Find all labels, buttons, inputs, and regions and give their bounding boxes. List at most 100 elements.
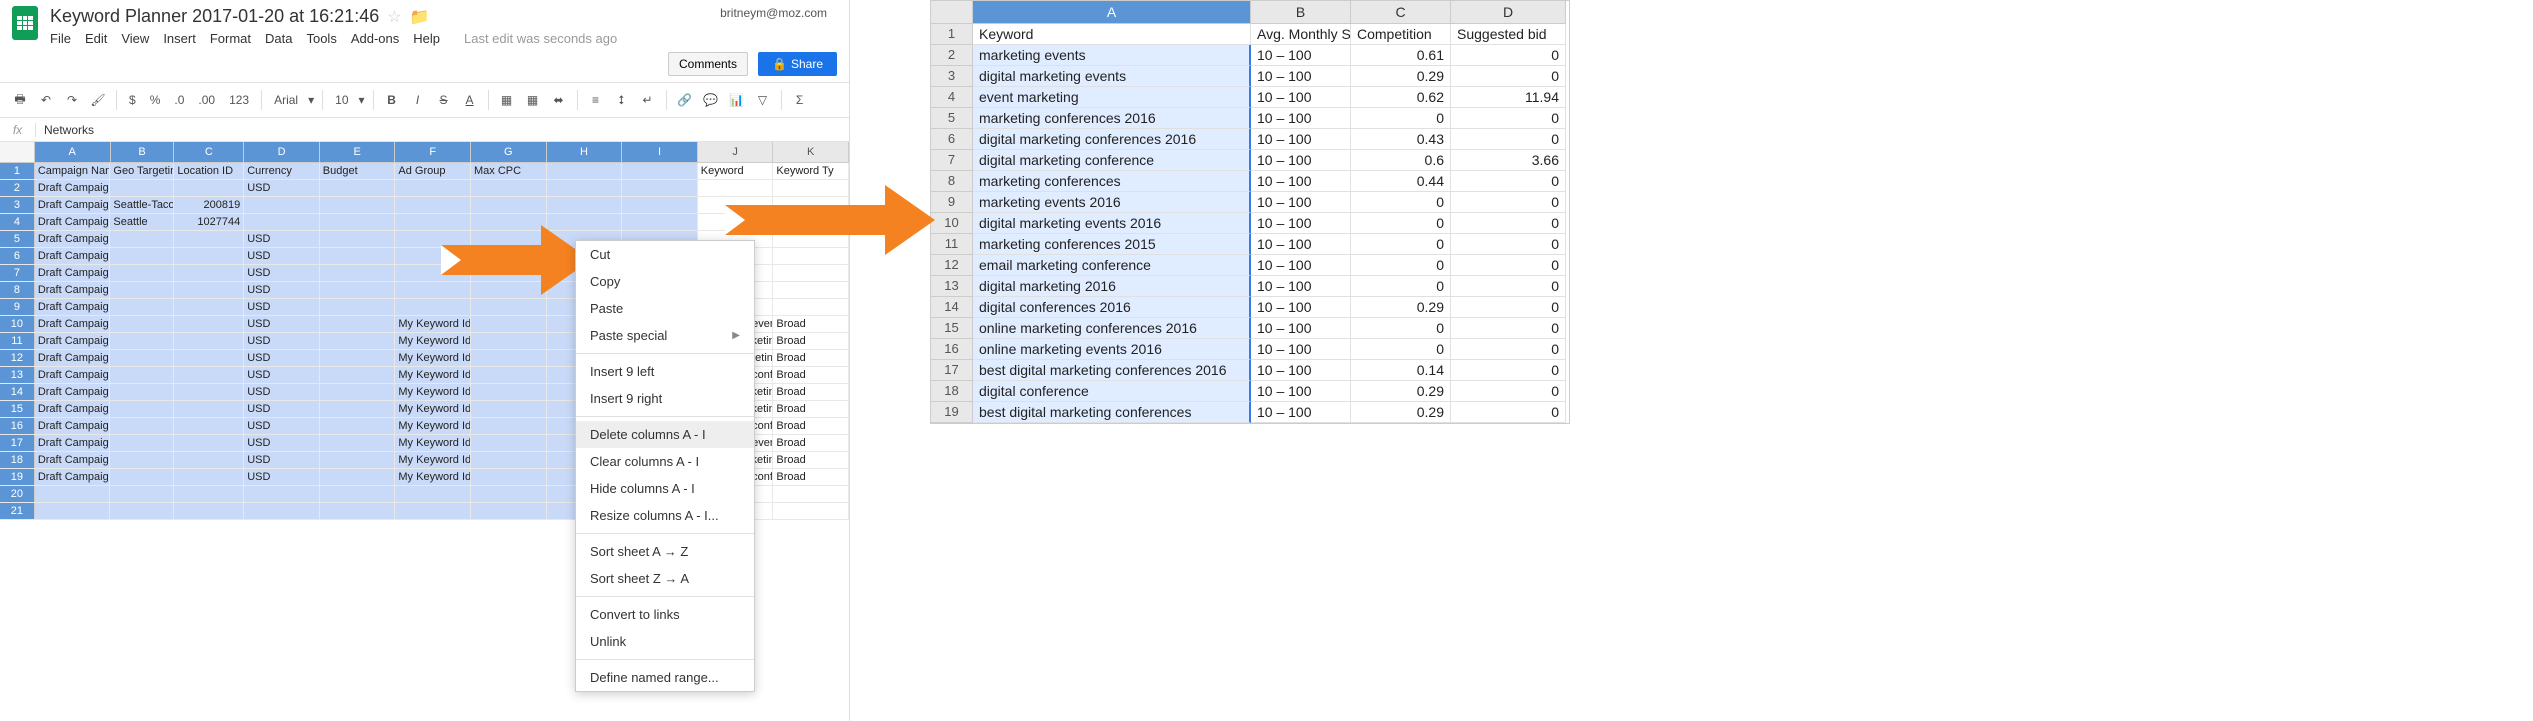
cell[interactable]: 10 – 100: [1251, 360, 1351, 381]
cell[interactable]: 0.61: [1351, 45, 1451, 66]
cell[interactable]: 0: [1351, 192, 1451, 213]
cell[interactable]: [110, 435, 174, 451]
cell[interactable]: Draft Campaign: [35, 180, 111, 196]
cell[interactable]: [471, 401, 547, 417]
cell[interactable]: 10 – 100: [1251, 192, 1351, 213]
context-menu-item[interactable]: Resize columns A - I...: [576, 502, 754, 529]
cell[interactable]: 10 – 100: [1251, 381, 1351, 402]
header-cell[interactable]: Competition: [1351, 24, 1451, 45]
row-header[interactable]: 3: [0, 197, 35, 213]
percent-format[interactable]: %: [146, 93, 165, 107]
cell[interactable]: [110, 265, 174, 281]
cell[interactable]: Draft Campaign: [35, 401, 111, 417]
cell[interactable]: [320, 367, 396, 383]
row-header[interactable]: 19: [0, 469, 35, 485]
row-header[interactable]: 3: [931, 66, 973, 87]
cell[interactable]: 0.29: [1351, 402, 1451, 423]
cell[interactable]: [320, 231, 396, 247]
cell[interactable]: digital marketing 2016: [973, 276, 1251, 297]
cell[interactable]: Keyword Ty: [773, 163, 849, 179]
row-header[interactable]: 7: [931, 150, 973, 171]
row-header[interactable]: 18: [0, 452, 35, 468]
cell[interactable]: My Keyword Ideas: [395, 367, 471, 383]
cell[interactable]: Campaign Name: [35, 163, 111, 179]
cell[interactable]: [174, 452, 244, 468]
cell[interactable]: My Keyword Ideas: [395, 469, 471, 485]
currency-format[interactable]: $: [125, 93, 140, 107]
row-header[interactable]: 10: [931, 213, 973, 234]
cell[interactable]: [622, 163, 698, 179]
cell[interactable]: [547, 180, 623, 196]
cell[interactable]: [320, 469, 396, 485]
bold-icon[interactable]: B: [382, 90, 402, 110]
cell[interactable]: 0.44: [1351, 171, 1451, 192]
select-all-corner[interactable]: [0, 142, 35, 162]
cell[interactable]: [110, 282, 174, 298]
context-menu-item[interactable]: Insert 9 left: [576, 358, 754, 385]
row-header[interactable]: 4: [931, 87, 973, 108]
cell[interactable]: [773, 265, 849, 281]
column-header[interactable]: B: [111, 142, 175, 162]
cell[interactable]: best digital marketing conferences 2016: [973, 360, 1251, 381]
row-header[interactable]: 19: [931, 402, 973, 423]
cell[interactable]: 0.29: [1351, 381, 1451, 402]
undo-icon[interactable]: ↶: [36, 90, 56, 110]
cell[interactable]: [174, 299, 244, 315]
context-menu-item[interactable]: Clear columns A - I: [576, 448, 754, 475]
cell[interactable]: [320, 503, 396, 519]
cell[interactable]: [174, 367, 244, 383]
cell[interactable]: [471, 333, 547, 349]
chevron-down-icon[interactable]: ▾: [308, 93, 314, 107]
row-header[interactable]: 16: [0, 418, 35, 434]
cell[interactable]: 0.43: [1351, 129, 1451, 150]
cell[interactable]: Broad: [773, 384, 849, 400]
column-header-b[interactable]: B: [1251, 1, 1351, 24]
row-header[interactable]: 8: [931, 171, 973, 192]
cell[interactable]: [471, 316, 547, 332]
cell[interactable]: 10 – 100: [1251, 402, 1351, 423]
cell[interactable]: 10 – 100: [1251, 171, 1351, 192]
row-header[interactable]: 11: [931, 234, 973, 255]
row-header[interactable]: 11: [0, 333, 35, 349]
menu-file[interactable]: File: [50, 31, 71, 46]
cell[interactable]: marketing events 2016: [973, 192, 1251, 213]
cell[interactable]: [622, 197, 698, 213]
folder-icon[interactable]: 📁: [410, 7, 430, 27]
increase-decimal[interactable]: .00: [194, 93, 219, 107]
column-header[interactable]: G: [471, 142, 547, 162]
chevron-down-icon[interactable]: ▾: [359, 93, 365, 107]
row-header[interactable]: 1: [931, 24, 973, 45]
cell[interactable]: [174, 384, 244, 400]
cell[interactable]: [110, 401, 174, 417]
cell[interactable]: Currency: [244, 163, 320, 179]
cell[interactable]: [174, 435, 244, 451]
cell[interactable]: [547, 197, 623, 213]
column-header[interactable]: A: [35, 142, 111, 162]
cell[interactable]: USD: [244, 248, 320, 264]
cell[interactable]: [110, 350, 174, 366]
cell[interactable]: [471, 350, 547, 366]
menu-add-ons[interactable]: Add-ons: [351, 31, 399, 46]
cell[interactable]: digital marketing conferences 2016: [973, 129, 1251, 150]
cell[interactable]: 0: [1351, 276, 1451, 297]
strikethrough-icon[interactable]: S: [434, 90, 454, 110]
cell[interactable]: Ad Group: [395, 163, 471, 179]
cell[interactable]: My Keyword Ideas: [395, 316, 471, 332]
cell[interactable]: My Keyword Ideas: [395, 452, 471, 468]
row-header[interactable]: 5: [0, 231, 35, 247]
cell[interactable]: USD: [244, 333, 320, 349]
cell[interactable]: [110, 452, 174, 468]
context-menu-item[interactable]: Unlink: [576, 628, 754, 655]
cell[interactable]: [395, 197, 471, 213]
cell[interactable]: USD: [244, 367, 320, 383]
comments-button[interactable]: Comments: [668, 52, 748, 76]
cell[interactable]: [471, 367, 547, 383]
cell[interactable]: [174, 231, 244, 247]
cell[interactable]: 0: [1451, 66, 1566, 87]
cell[interactable]: [174, 333, 244, 349]
cell[interactable]: [471, 384, 547, 400]
column-header[interactable]: K: [773, 142, 849, 162]
share-button[interactable]: 🔒Share: [758, 52, 837, 76]
row-header[interactable]: 7: [0, 265, 35, 281]
cell[interactable]: [174, 401, 244, 417]
